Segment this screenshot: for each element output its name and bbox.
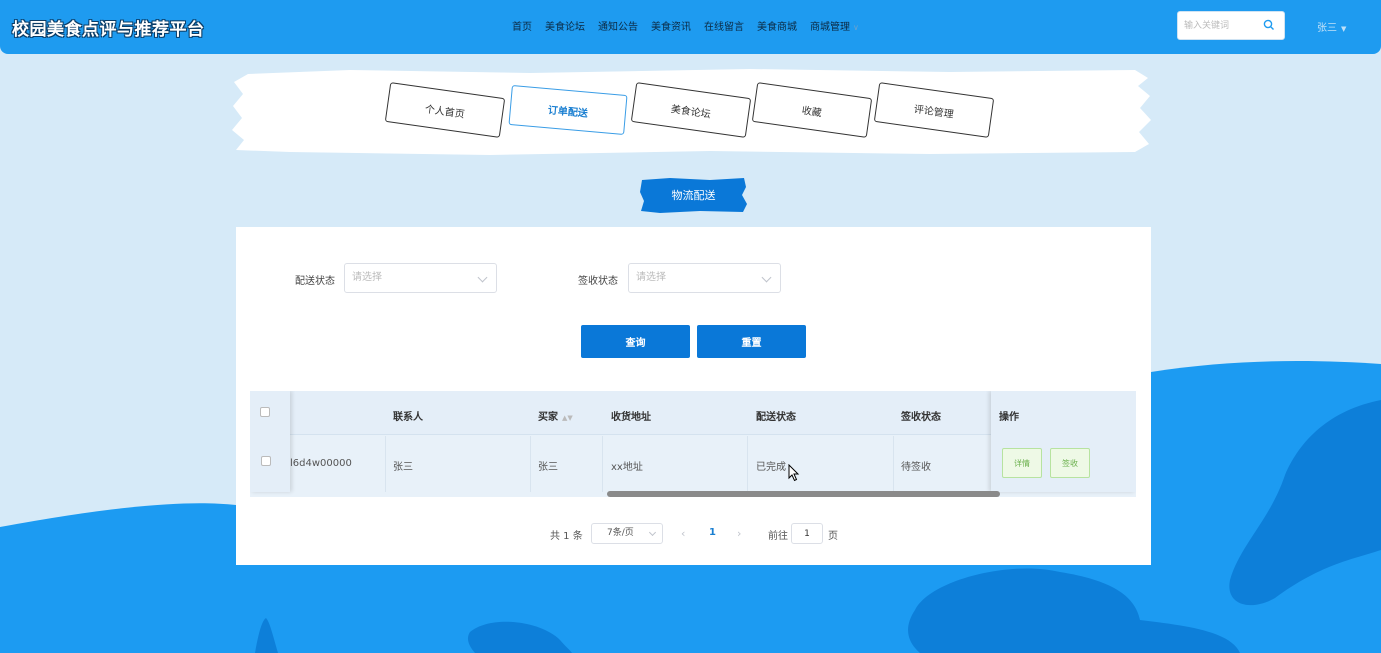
page-suffix: 页 bbox=[828, 531, 838, 542]
sign-status-select[interactable]: 请选择 bbox=[628, 263, 781, 293]
search-input[interactable] bbox=[1178, 12, 1258, 39]
row-checkbox[interactable] bbox=[261, 456, 271, 466]
column-divider bbox=[602, 436, 603, 492]
goto-label: 前往 bbox=[768, 531, 788, 542]
user-name: 张三 bbox=[1317, 23, 1337, 34]
chevron-down-icon: ∨ bbox=[853, 23, 859, 32]
delivery-panel: 配送状态 请选择 签收状态 请选择 查询 重置 联系人 买家 ▲▼ 收货地址 配送… bbox=[236, 227, 1151, 565]
chevron-down-icon bbox=[648, 528, 657, 537]
column-header-buyer[interactable]: 买家 ▲▼ bbox=[538, 408, 573, 423]
chevron-down-icon bbox=[477, 272, 488, 283]
chevron-down-icon bbox=[761, 272, 772, 283]
nav-item-mall-admin[interactable]: 商城管理 ∨ bbox=[810, 18, 859, 33]
next-page-icon[interactable]: › bbox=[737, 527, 741, 540]
tab-favorites-label: 收藏 bbox=[801, 105, 823, 119]
select-all-checkbox[interactable] bbox=[260, 407, 270, 417]
mouse-cursor-icon bbox=[788, 464, 800, 482]
fixed-action-column: 操作 详情 签收 bbox=[991, 391, 1136, 492]
page-number-current[interactable]: 1 bbox=[709, 527, 716, 538]
sort-icon[interactable]: ▲▼ bbox=[562, 414, 573, 422]
user-menu[interactable]: 张三 ▼ bbox=[1317, 19, 1346, 34]
column-divider bbox=[893, 436, 894, 492]
cell-sign-status: 待签收 bbox=[901, 462, 931, 473]
caret-down-icon: ▼ bbox=[1341, 25, 1347, 33]
nav-item-home[interactable]: 首页 bbox=[512, 18, 532, 33]
prev-page-icon[interactable]: ‹ bbox=[681, 527, 685, 540]
column-header-delivery-status: 配送状态 bbox=[756, 412, 796, 423]
sign-status-label: 签收状态 bbox=[578, 276, 618, 287]
site-title[interactable]: 校园美食点评与推荐平台 bbox=[12, 15, 205, 40]
nav-item-message[interactable]: 在线留言 bbox=[704, 18, 744, 33]
column-header-actions: 操作 bbox=[999, 412, 1019, 423]
search-icon[interactable] bbox=[1263, 19, 1275, 31]
column-divider bbox=[530, 436, 531, 492]
nav-item-mall[interactable]: 美食商城 bbox=[757, 18, 797, 33]
nav-item-news[interactable]: 美食资讯 bbox=[651, 18, 691, 33]
cell-order-no: l6d4w00000 bbox=[290, 458, 352, 469]
nav-item-mall-admin-label: 商城管理 bbox=[810, 22, 850, 33]
column-divider bbox=[747, 436, 748, 492]
page-size-value: 7条/页 bbox=[607, 528, 634, 538]
fixed-checkbox-column bbox=[250, 391, 290, 492]
search-box bbox=[1177, 11, 1285, 40]
section-title-text: 物流配送 bbox=[671, 189, 716, 202]
nav-item-notice[interactable]: 通知公告 bbox=[598, 18, 638, 33]
column-header-contact: 联系人 bbox=[393, 412, 423, 423]
delivery-status-select[interactable]: 请选择 bbox=[344, 263, 497, 293]
section-title: 物流配送 bbox=[640, 177, 747, 213]
sign-status-placeholder: 请选择 bbox=[636, 272, 666, 283]
delivery-status-label: 配送状态 bbox=[295, 276, 335, 287]
cell-contact: 张三 bbox=[393, 462, 413, 473]
pagination-total: 共 1 条 bbox=[550, 531, 583, 542]
tab-comment-admin-label: 评论管理 bbox=[913, 103, 955, 121]
delivery-status-placeholder: 请选择 bbox=[352, 272, 382, 283]
cell-buyer: 张三 bbox=[538, 462, 558, 473]
column-header-buyer-label: 买家 bbox=[538, 412, 558, 423]
horizontal-scrollbar[interactable] bbox=[607, 491, 1000, 497]
goto-page-input[interactable] bbox=[791, 523, 823, 544]
search-button[interactable]: 查询 bbox=[581, 325, 690, 358]
delivery-table: 联系人 买家 ▲▼ 收货地址 配送状态 签收状态 l6d4w00000 张三 张三… bbox=[250, 391, 1136, 497]
column-header-sign-status: 签收状态 bbox=[901, 412, 941, 423]
nav-item-forum[interactable]: 美食论坛 bbox=[545, 18, 585, 33]
column-divider bbox=[385, 436, 386, 492]
tab-banner: 个人首页 订单配送 美食论坛 收藏 评论管理 bbox=[230, 68, 1152, 156]
sign-button[interactable]: 签收 bbox=[1050, 448, 1090, 478]
cell-address: xx地址 bbox=[611, 462, 643, 473]
page-size-select[interactable]: 7条/页 bbox=[591, 523, 663, 544]
column-header-address: 收货地址 bbox=[611, 412, 651, 423]
tab-order-delivery-label: 订单配送 bbox=[547, 104, 589, 120]
cell-delivery-status: 已完成 bbox=[756, 462, 786, 473]
tab-profile-label: 个人首页 bbox=[424, 103, 466, 121]
main-nav: 首页 美食论坛 通知公告 美食资讯 在线留言 美食商城 商城管理 ∨ bbox=[512, 18, 872, 33]
tab-forum-label: 美食论坛 bbox=[670, 103, 712, 121]
detail-button[interactable]: 详情 bbox=[1002, 448, 1042, 478]
top-header: 校园美食点评与推荐平台 首页 美食论坛 通知公告 美食资讯 在线留言 美食商城 … bbox=[0, 0, 1381, 54]
reset-button[interactable]: 重置 bbox=[697, 325, 806, 358]
